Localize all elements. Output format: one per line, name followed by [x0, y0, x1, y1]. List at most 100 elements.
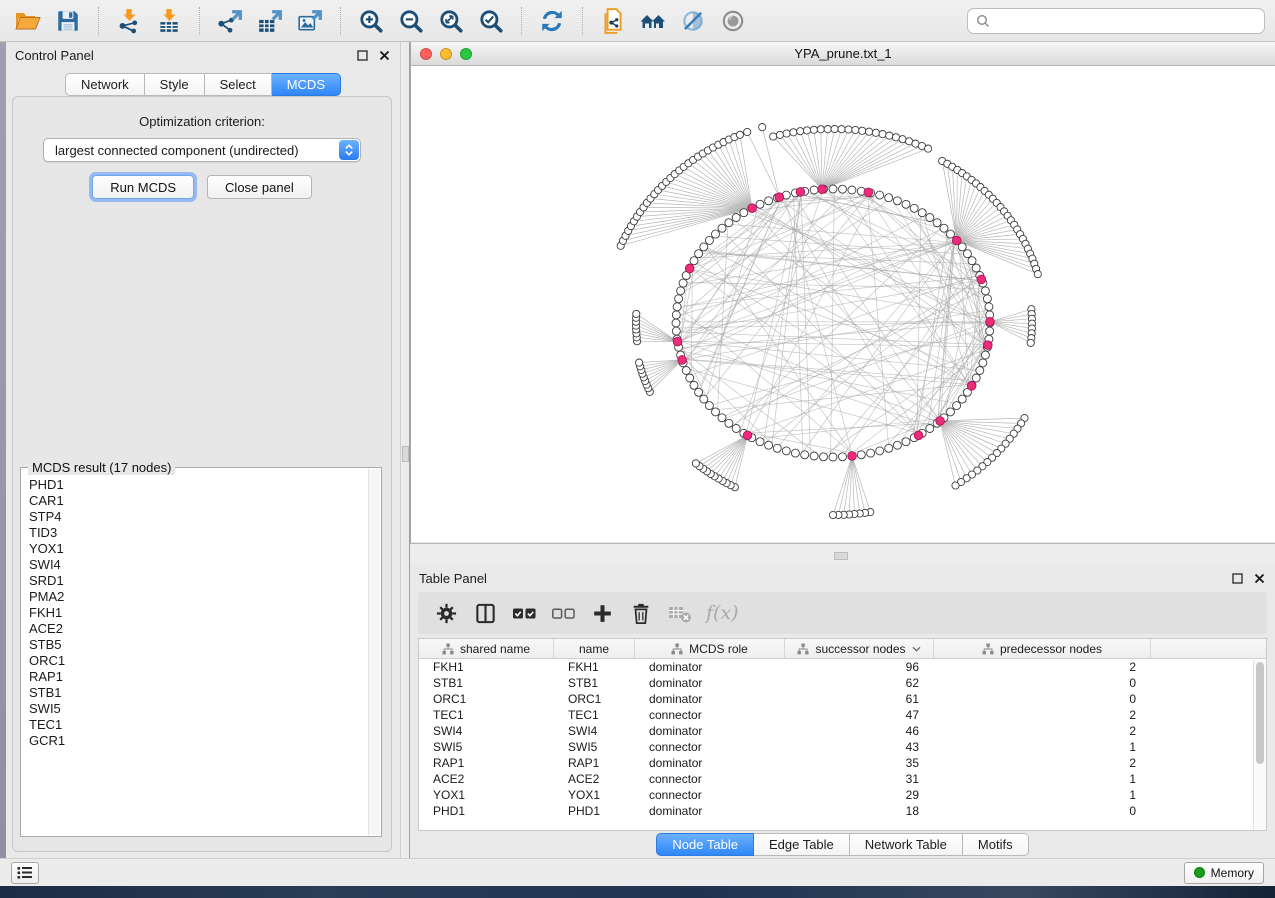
- table-row[interactable]: TEC1TEC1connector472: [419, 707, 1266, 723]
- tab-mcds[interactable]: MCDS: [272, 73, 341, 96]
- column-header-successor-nodes[interactable]: successor nodes: [785, 639, 934, 658]
- search-box[interactable]: [967, 8, 1265, 34]
- mcds-result-item[interactable]: STP4: [28, 509, 365, 525]
- float-panel-icon[interactable]: [356, 49, 369, 62]
- tab-network[interactable]: Network: [65, 73, 145, 96]
- zoom-out-icon: [398, 8, 424, 34]
- tab-select[interactable]: Select: [205, 73, 272, 96]
- select-stepper-icon: [339, 140, 359, 160]
- mcds-result-item[interactable]: TEC1: [28, 717, 365, 733]
- duplicate-network-icon: [600, 8, 626, 34]
- show-graphics-details-button[interactable]: [715, 4, 751, 38]
- scrollbar-thumb[interactable]: [1256, 662, 1264, 764]
- table-row[interactable]: SWI5SWI5connector431: [419, 739, 1266, 755]
- zoom-fit-button[interactable]: [433, 4, 469, 38]
- close-panel-icon[interactable]: [378, 49, 391, 62]
- network-window-title: YPA_prune.txt_1: [411, 46, 1275, 61]
- table-row[interactable]: PHD1PHD1dominator180: [419, 803, 1266, 819]
- export-image-button[interactable]: [292, 4, 328, 38]
- tab-network-table[interactable]: Network Table: [850, 833, 963, 856]
- mcds-result-item[interactable]: RAP1: [28, 669, 365, 685]
- mcds-result-item[interactable]: SRD1: [28, 573, 365, 589]
- tab-node-table[interactable]: Node Table: [656, 833, 754, 856]
- mcds-result-item[interactable]: CAR1: [28, 493, 365, 509]
- splitter-grabber[interactable]: [402, 446, 409, 462]
- vertical-splitter[interactable]: [400, 42, 410, 858]
- column-header-shared-name[interactable]: shared name: [419, 639, 554, 658]
- window-maximize-icon[interactable]: [460, 48, 472, 60]
- show-column-button[interactable]: [470, 598, 500, 628]
- column-header-MCDS-role[interactable]: MCDS role: [635, 639, 785, 658]
- open-session-button[interactable]: [10, 4, 46, 38]
- mcds-result-item[interactable]: GCR1: [28, 733, 365, 749]
- table-row[interactable]: STB1STB1dominator620: [419, 675, 1266, 691]
- tab-motifs[interactable]: Motifs: [963, 833, 1029, 856]
- duplicate-network-button[interactable]: [595, 4, 631, 38]
- network-window-titlebar[interactable]: YPA_prune.txt_1: [411, 42, 1275, 66]
- table-row[interactable]: FKH1FKH1dominator962: [419, 659, 1266, 675]
- select-all-button[interactable]: [509, 598, 539, 628]
- network-canvas[interactable]: [411, 66, 1275, 542]
- table-panel-tabs: Node TableEdge TableNetwork TableMotifs: [656, 833, 1028, 856]
- export-network-button[interactable]: [212, 4, 248, 38]
- delete-columns-button[interactable]: [626, 598, 656, 628]
- table-cell: PHD1: [554, 804, 635, 818]
- table-cell: PHD1: [419, 804, 554, 818]
- zoom-selected-button[interactable]: [473, 4, 509, 38]
- column-header-name[interactable]: name: [554, 639, 635, 658]
- delete-table-button[interactable]: [665, 598, 695, 628]
- mcds-result-item[interactable]: SWI5: [28, 701, 365, 717]
- tab-edge-table[interactable]: Edge Table: [754, 833, 850, 856]
- column-header-predecessor-nodes[interactable]: predecessor nodes: [934, 639, 1151, 658]
- table-scrollbar[interactable]: [1253, 660, 1266, 830]
- optimization-criterion-label: Optimization criterion:: [13, 114, 391, 129]
- table-row[interactable]: ORC1ORC1dominator610: [419, 691, 1266, 707]
- close-panel-icon[interactable]: [1253, 572, 1266, 585]
- mcds-result-item[interactable]: ACE2: [28, 621, 365, 637]
- refresh-view-button[interactable]: [534, 4, 570, 38]
- tab-style[interactable]: Style: [145, 73, 205, 96]
- search-input[interactable]: [996, 13, 1256, 28]
- import-table-button[interactable]: [151, 4, 187, 38]
- save-session-button[interactable]: [50, 4, 86, 38]
- mcds-result-scrollbar[interactable]: [368, 469, 380, 835]
- function-builder-icon[interactable]: f(x): [706, 602, 739, 624]
- float-panel-icon[interactable]: [1231, 572, 1244, 585]
- export-table-button[interactable]: [252, 4, 288, 38]
- mcds-result-item[interactable]: TID3: [28, 525, 365, 541]
- mcds-result-item[interactable]: FKH1: [28, 605, 365, 621]
- table-cell: 31: [785, 772, 934, 786]
- splitter-grabber[interactable]: [834, 552, 848, 560]
- horizontal-splitter[interactable]: [410, 543, 1275, 565]
- window-minimize-icon[interactable]: [440, 48, 452, 60]
- run-mcds-button[interactable]: Run MCDS: [92, 175, 194, 199]
- hide-graphics-details-button[interactable]: [675, 4, 711, 38]
- table-row[interactable]: SWI4SWI4dominator462: [419, 723, 1266, 739]
- table-cell: ACE2: [554, 772, 635, 786]
- plus-icon: [592, 603, 613, 624]
- task-history-button[interactable]: [11, 862, 39, 884]
- deselect-all-button[interactable]: [548, 598, 578, 628]
- zoom-in-button[interactable]: [353, 4, 389, 38]
- table-row[interactable]: YOX1YOX1connector291: [419, 787, 1266, 803]
- mcds-result-item[interactable]: ORC1: [28, 653, 365, 669]
- memory-button[interactable]: Memory: [1184, 862, 1264, 884]
- mcds-result-item[interactable]: STB5: [28, 637, 365, 653]
- create-column-button[interactable]: [587, 598, 617, 628]
- optimization-criterion-select[interactable]: largest connected component (undirected): [43, 138, 361, 162]
- table-cell: YOX1: [554, 788, 635, 802]
- table-cell: RAP1: [554, 756, 635, 770]
- zoom-out-button[interactable]: [393, 4, 429, 38]
- mcds-result-item[interactable]: STB1: [28, 685, 365, 701]
- mcds-result-item[interactable]: PMA2: [28, 589, 365, 605]
- mcds-result-item[interactable]: YOX1: [28, 541, 365, 557]
- close-panel-button[interactable]: Close panel: [207, 175, 312, 199]
- mcds-result-item[interactable]: PHD1: [28, 477, 365, 493]
- table-options-button[interactable]: [431, 598, 461, 628]
- network-manager-button[interactable]: [635, 4, 671, 38]
- table-row[interactable]: ACE2ACE2connector311: [419, 771, 1266, 787]
- window-close-icon[interactable]: [420, 48, 432, 60]
- table-row[interactable]: RAP1RAP1dominator352: [419, 755, 1266, 771]
- mcds-result-item[interactable]: SWI4: [28, 557, 365, 573]
- import-network-button[interactable]: [111, 4, 147, 38]
